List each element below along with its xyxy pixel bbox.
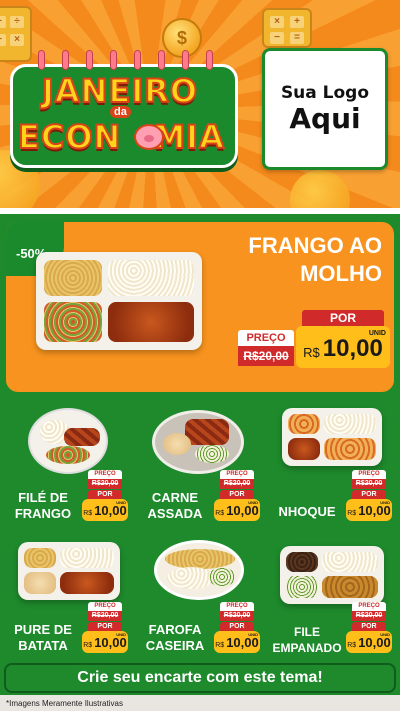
currency-symbol: R$ — [83, 642, 93, 649]
old-price-label: PREÇO — [88, 470, 122, 479]
currency-symbol: R$ — [215, 642, 225, 649]
disclaimer-text: *Imagens Meramente Ilustrativas — [6, 699, 123, 708]
old-price: R$20,00 — [220, 479, 254, 489]
spiral-ring — [206, 50, 213, 70]
spiral-ring — [134, 50, 141, 70]
product-card[interactable]: FILE EMPANADO PREÇO R$20,00 POR R$ 10,00… — [268, 530, 394, 658]
featured-product-card[interactable]: -50% FRANGO AO MOLHO PREÇO R$20,00 POR R… — [6, 222, 394, 392]
new-price-box: R$ 10,00 UNID — [346, 631, 392, 653]
old-price: R$20,00 — [238, 346, 294, 366]
currency-symbol: R$ — [83, 510, 93, 517]
new-price-value: 10,00 — [226, 635, 259, 650]
old-price-label: PREÇO — [352, 470, 386, 479]
product-card[interactable]: FILÉ DE FRANGO PREÇO R$20,00 POR R$ 10,0… — [4, 398, 130, 526]
unit-label: UNID — [248, 632, 258, 637]
logo-placeholder[interactable]: Sua Logo Aqui — [262, 48, 388, 170]
product-card[interactable]: NHOQUE PREÇO R$20,00 POR R$ 10,00 UNID — [268, 398, 394, 526]
currency-symbol: R$ — [347, 642, 357, 649]
unit-label: UNID — [116, 500, 126, 505]
food-plate-image — [152, 410, 244, 474]
logo-text-line-1: Sua Logo — [280, 83, 370, 103]
header-banner: +÷ −× ×+ −= $ JANEIRO da ECONMIA Su — [0, 0, 400, 214]
currency-symbol: R$ — [347, 510, 357, 517]
product-name: FAROFA CASEIRA — [145, 622, 205, 653]
old-price-label: PREÇO — [220, 602, 254, 611]
product-name: CARNE ASSADA — [147, 490, 203, 521]
product-card[interactable]: FAROFA CASEIRA PREÇO R$20,00 POR R$ 10,0… — [136, 530, 262, 658]
logo-text-line-2: Aqui — [289, 102, 361, 135]
new-price-label: POR — [220, 622, 254, 631]
food-plate-image — [28, 408, 108, 474]
new-price-value: 10,00 — [94, 635, 127, 650]
new-price-box: R$ 10,00 UNID — [296, 326, 390, 368]
spiral-ring — [182, 50, 189, 70]
new-price-box: R$ 10,00 UNID — [214, 499, 260, 521]
product-card[interactable]: CARNE ASSADA PREÇO R$20,00 POR R$ 10,00 … — [136, 398, 262, 526]
unit-label: UNID — [248, 500, 258, 505]
coin-decoration-icon — [290, 170, 350, 214]
spiral-ring — [38, 50, 45, 70]
product-name: PURE DE BATATA — [14, 622, 72, 653]
food-tray-image — [18, 542, 120, 600]
currency-symbol: R$ — [215, 510, 225, 517]
spiral-ring — [158, 50, 165, 70]
product-name: FILE EMPANADO — [272, 625, 342, 655]
new-price-label: POR — [88, 622, 122, 631]
new-price-label: POR — [302, 310, 384, 326]
food-plate-image — [154, 540, 244, 600]
currency-symbol: R$ — [303, 345, 320, 360]
spiral-ring — [62, 50, 69, 70]
old-price-label: PREÇO — [88, 602, 122, 611]
calculator-icon: +÷ −× — [0, 6, 32, 62]
new-price-value: 10,00 — [358, 503, 391, 518]
old-price: R$20,00 — [352, 611, 386, 621]
flyer-page: +÷ −× ×+ −= $ JANEIRO da ECONMIA Su — [0, 0, 400, 711]
unit-label: UNID — [380, 632, 390, 637]
new-price-box: R$ 10,00 UNID — [346, 499, 392, 521]
unit-label: UNID — [368, 330, 386, 337]
title-connector: da — [110, 106, 131, 118]
product-card[interactable]: PURE DE BATATA PREÇO R$20,00 POR R$ 10,0… — [4, 530, 130, 658]
new-price-box: R$ 10,00 UNID — [82, 631, 128, 653]
title-line-2: ECON MIA — [17, 117, 225, 157]
piggy-bank-icon — [134, 124, 164, 150]
old-price: R$20,00 — [352, 479, 386, 489]
unit-label: UNID — [116, 632, 126, 637]
food-tray-image — [36, 252, 202, 350]
unit-label: UNID — [380, 500, 390, 505]
old-price: R$20,00 — [88, 611, 122, 621]
title-line-2-part-b: MIA — [152, 117, 225, 157]
new-price-value: 10,00 — [94, 503, 127, 518]
old-price-label: PREÇO — [238, 330, 294, 346]
spiral-ring — [110, 50, 117, 70]
new-price-box: R$ 10,00 UNID — [82, 499, 128, 521]
create-flyer-button[interactable]: Crie seu encarte com este tema! — [4, 663, 396, 693]
product-name: FILÉ DE FRANGO — [14, 490, 72, 521]
new-price-value: 10,00 — [226, 503, 259, 518]
old-price-label: PREÇO — [352, 602, 386, 611]
new-price-value: 10,00 — [358, 635, 391, 650]
featured-product-name: FRANGO AO MOLHO — [248, 233, 382, 286]
new-price-box: R$ 10,00 UNID — [214, 631, 260, 653]
new-price-label: POR — [220, 490, 254, 499]
title-line-1: JANEIRO — [41, 71, 199, 111]
old-price-label: PREÇO — [220, 470, 254, 479]
new-price-label: POR — [352, 490, 386, 499]
title-line-2-part-a: ECON — [17, 117, 122, 157]
product-name: NHOQUE — [278, 504, 336, 519]
food-tray-image — [280, 546, 384, 604]
food-tray-image — [282, 408, 382, 466]
new-price-value: 10,00 — [322, 335, 383, 362]
calculator-icon: × + − = — [262, 8, 312, 48]
new-price-label: POR — [352, 622, 386, 631]
new-price-label: POR — [88, 490, 122, 499]
old-price: R$20,00 — [88, 479, 122, 489]
spiral-ring — [86, 50, 93, 70]
old-price: R$20,00 — [220, 611, 254, 621]
campaign-title-badge: JANEIRO da ECON MIA — [10, 50, 240, 170]
